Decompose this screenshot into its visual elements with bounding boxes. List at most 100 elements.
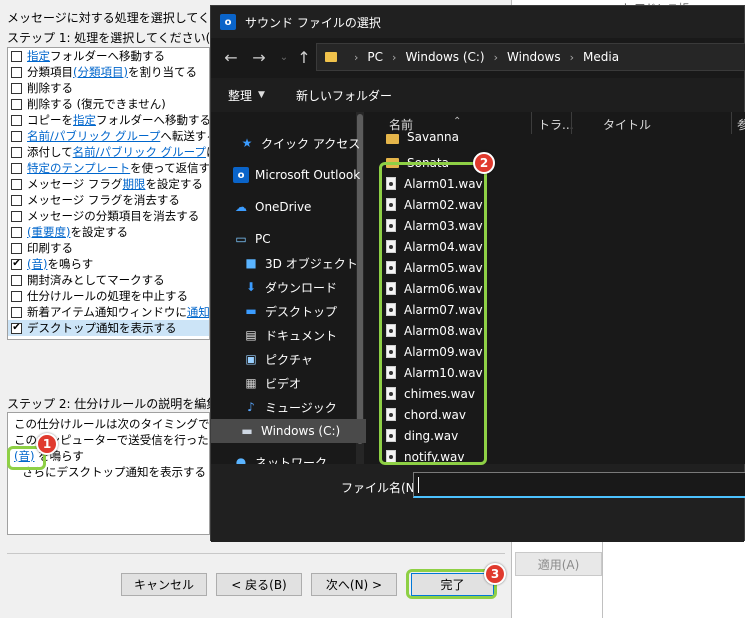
address-bar[interactable]: › PC › Windows (C:) › Windows › Media: [316, 43, 745, 71]
breadcrumb-media[interactable]: Media: [583, 50, 619, 64]
action-item[interactable]: 印刷する: [8, 240, 209, 256]
checkbox[interactable]: [11, 162, 22, 174]
breadcrumb-windows-c[interactable]: Windows (C:): [405, 50, 484, 64]
action-item[interactable]: (重要度) を設定する: [8, 224, 209, 240]
action-item[interactable]: 削除する (復元できません): [8, 96, 209, 112]
checkbox[interactable]: [11, 210, 22, 222]
outlook-icon: o: [233, 167, 249, 183]
nav-item-label: Microsoft Outlook: [255, 168, 361, 182]
nav-item[interactable]: ▦ ビデオ: [211, 371, 366, 395]
action-item[interactable]: コピーを 指定 フォルダーへ移動する: [8, 112, 209, 128]
checkbox[interactable]: [11, 98, 22, 110]
rule-description-box: この仕分けルールは次のタイミングで適用さ このコンピューターで送受信を行った場合…: [7, 412, 210, 535]
checkbox-checked[interactable]: ✔: [11, 322, 22, 334]
column-participating-artist[interactable]: 参: [737, 116, 745, 133]
nav-item[interactable]: o Microsoft Outlook: [211, 163, 366, 187]
action-item[interactable]: ✔ デスクトップ通知を表示する: [8, 320, 209, 336]
nav-item-label: ミュージック: [265, 400, 337, 415]
filename-input[interactable]: [413, 472, 745, 498]
nav-item-label: ビデオ: [265, 376, 302, 391]
checkbox[interactable]: [11, 146, 22, 158]
nav-item[interactable]: ▭ PC: [211, 227, 366, 251]
action-item[interactable]: 仕分けルールの処理を中止する: [8, 288, 209, 304]
action-link[interactable]: 通知メッセ: [187, 304, 209, 320]
nav-item[interactable]: ★ クイック アクセス: [211, 131, 366, 155]
action-link[interactable]: 名前/パブリック グループ: [73, 144, 206, 160]
folder-icon: [386, 134, 399, 144]
checkbox[interactable]: [11, 290, 22, 302]
action-item[interactable]: 削除する: [8, 80, 209, 96]
checkbox-checked[interactable]: ✔: [11, 258, 22, 270]
organize-button[interactable]: 整理: [228, 87, 252, 104]
back-button[interactable]: < 戻る(B): [216, 573, 302, 596]
action-link[interactable]: (音): [27, 256, 47, 272]
back-arrow-icon[interactable]: ←: [221, 46, 241, 68]
action-item[interactable]: 指定 フォルダーへ移動する: [8, 48, 209, 64]
recent-locations-chevron-icon[interactable]: ⌄: [274, 46, 294, 68]
action-link[interactable]: 指定: [73, 112, 96, 128]
step2-label: ステップ 2: 仕分けルールの説明を編集して: [7, 397, 242, 411]
organize-dropdown-icon[interactable]: ▼: [258, 90, 265, 100]
checkbox[interactable]: [11, 306, 22, 318]
checkbox[interactable]: [11, 114, 22, 126]
folder-row[interactable]: Savanna: [386, 131, 459, 144]
forward-arrow-icon[interactable]: →: [249, 46, 269, 68]
action-link[interactable]: (重要度): [27, 224, 70, 240]
column-divider: [731, 112, 732, 134]
action-link[interactable]: 名前/パブリック グループ: [27, 128, 160, 144]
column-title[interactable]: タイトル: [603, 116, 651, 133]
cancel-button[interactable]: キャンセル: [121, 573, 207, 596]
nav-item[interactable]: ☁ OneDrive: [211, 195, 366, 219]
actions-list[interactable]: 指定 フォルダーへ移動する 分類項目 (分類項目) を割り当てる 削除する 削除する …: [7, 47, 210, 340]
breadcrumb-windows[interactable]: Windows: [507, 50, 561, 64]
checkbox[interactable]: [11, 178, 22, 190]
nav-item[interactable]: ● ネットワーク: [211, 450, 366, 464]
checkbox[interactable]: [11, 82, 22, 94]
nav-item[interactable]: ▬ Windows (C:): [211, 419, 366, 443]
nav-item-label: PC: [255, 232, 271, 246]
nav-item-label: ドキュメント: [265, 328, 338, 343]
filename-label: ファイル名(N):: [341, 481, 424, 495]
action-link[interactable]: (分類項目): [73, 64, 128, 80]
checkbox[interactable]: [11, 274, 22, 286]
nav-item-label: ネットワーク: [255, 455, 328, 465]
checkbox[interactable]: [11, 194, 22, 206]
action-item[interactable]: メッセージの分類項目を消去する: [8, 208, 209, 224]
navigation-pane: ★ クイック アクセス o Microsoft Outlook ☁ OneDrive ▭ PC…: [211, 112, 366, 464]
nav-item[interactable]: ⬇ ダウンロード: [211, 275, 366, 299]
checkbox[interactable]: [11, 50, 22, 62]
new-folder-button[interactable]: 新しいフォルダー: [296, 87, 392, 104]
action-item[interactable]: メッセージ フラグを消去する: [8, 192, 209, 208]
nav-item[interactable]: ▬ デスクトップ: [211, 299, 366, 323]
action-item[interactable]: 添付して 名前/パブリック グループ に転送: [8, 144, 209, 160]
music-icon: ♪: [247, 400, 255, 414]
nav-item[interactable]: ▣ ピクチャ: [211, 347, 366, 371]
action-link[interactable]: 指定: [27, 48, 50, 64]
action-text: コピーを: [27, 113, 73, 127]
action-item[interactable]: ✔ (音) を鳴らす: [8, 256, 209, 272]
action-item[interactable]: メッセージ フラグ 期限 を設定する: [8, 176, 209, 192]
action-item[interactable]: 分類項目 (分類項目) を割り当てる: [8, 64, 209, 80]
checkbox[interactable]: [11, 226, 22, 238]
nav-item-label: Windows (C:): [261, 424, 341, 438]
action-text: 新着アイテム通知ウィンドウに: [27, 305, 187, 319]
checkbox[interactable]: [11, 66, 22, 78]
nav-item[interactable]: ♪ ミュージック: [211, 395, 366, 419]
action-item[interactable]: 名前/パブリック グループ へ転送する: [8, 128, 209, 144]
checkbox[interactable]: [11, 242, 22, 254]
breadcrumb-pc[interactable]: PC: [367, 50, 383, 64]
action-link[interactable]: 期限: [122, 176, 145, 192]
checkbox[interactable]: [11, 130, 22, 142]
action-item[interactable]: 新着アイテム通知ウィンドウに 通知メッセ: [8, 304, 209, 320]
action-item[interactable]: 開封済みとしてマークする: [8, 272, 209, 288]
action-text: を設定する: [70, 225, 128, 239]
nav-item[interactable]: ▤ ドキュメント: [211, 323, 366, 347]
action-text: フォルダーへ移動する: [96, 113, 210, 127]
column-track[interactable]: トラ...: [538, 116, 573, 133]
action-item[interactable]: 特定のテンプレート を使って返信する: [8, 160, 209, 176]
next-button[interactable]: 次へ(N) >: [311, 573, 397, 596]
nav-item[interactable]: ■ 3D オブジェクト: [211, 251, 366, 275]
folder-name: Savanna: [407, 131, 459, 144]
action-link[interactable]: 特定のテンプレート: [27, 160, 130, 176]
up-arrow-icon[interactable]: ↑: [294, 46, 314, 68]
